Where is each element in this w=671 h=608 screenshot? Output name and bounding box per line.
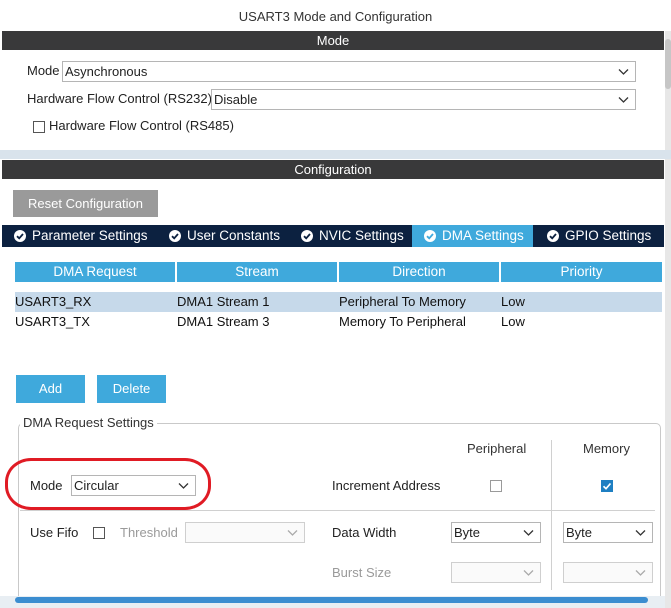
data-width-peripheral-select[interactable]: Byte [451,522,541,543]
column-separator [551,440,552,590]
column-header-direction[interactable]: Direction [339,262,499,282]
increment-memory-checkbox[interactable] [601,480,613,492]
use-fifo-label: Use Fifo [30,525,79,540]
tab-label: GPIO Settings [565,228,652,243]
cell-dma-request: USART3_TX [15,314,90,329]
column-header-priority[interactable]: Priority [501,262,662,282]
tab-nvic-settings[interactable]: NVIC Settings [289,225,410,247]
chevron-down-icon [287,527,298,538]
chevron-down-icon [635,527,646,538]
delete-button[interactable]: Delete [97,375,166,403]
section-divider [0,150,671,159]
mode-select-value: Asynchronous [65,64,148,79]
configuration-section-header: Configuration [2,160,664,179]
column-header-dma-request[interactable]: DMA Request [15,262,175,282]
mode-section-header: Mode [2,31,664,50]
check-circle-icon [169,230,181,242]
cell-dma-request: USART3_RX [15,294,92,309]
chevron-down-icon [618,66,629,77]
reset-configuration-button[interactable]: Reset Configuration [13,190,158,217]
cell-direction: Peripheral To Memory [339,294,466,309]
chevron-down-icon [618,94,629,105]
check-circle-icon [14,230,26,242]
data-width-memory-select[interactable]: Byte [563,522,653,543]
table-row[interactable]: USART3_TX DMA1 Stream 3 Memory To Periph… [15,312,662,332]
table-row[interactable]: USART3_RX DMA1 Stream 1 Peripheral To Me… [15,292,662,312]
horizontal-scrollbar-thumb[interactable] [15,597,648,603]
tab-gpio-settings[interactable]: GPIO Settings [535,225,664,247]
hfc-rs232-label: Hardware Flow Control (RS232) [27,91,212,106]
tab-parameter-settings[interactable]: Parameter Settings [2,225,155,247]
highlight-annotation [5,458,211,510]
increment-address-label: Increment Address [332,478,441,493]
window-title: USART3 Mode and Configuration [0,0,671,31]
threshold-label: Threshold [120,525,178,540]
chevron-down-icon [635,567,646,578]
burst-size-memory-select[interactable] [563,562,653,583]
hfc-rs232-select-value: Disable [214,92,258,107]
vertical-scrollbar[interactable] [665,31,671,608]
data-width-peripheral-value: Byte [454,525,481,540]
peripheral-column-header: Peripheral [467,441,527,456]
cell-priority: Low [501,294,525,309]
data-width-memory-value: Byte [566,525,593,540]
vertical-scrollbar-thumb[interactable] [665,39,671,89]
column-header-stream[interactable]: Stream [177,262,337,282]
increment-peripheral-checkbox[interactable] [490,480,502,492]
cell-stream: DMA1 Stream 1 [177,294,270,309]
tab-label: Parameter Settings [32,228,148,243]
memory-column-header: Memory [583,441,630,456]
row-separator [20,510,655,511]
mode-label: Mode [27,63,60,78]
tab-user-constants[interactable]: User Constants [157,225,287,247]
mode-select[interactable]: Asynchronous [62,61,636,82]
chevron-down-icon [523,527,534,538]
burst-size-peripheral-select[interactable] [451,562,541,583]
tab-label: NVIC Settings [319,228,404,243]
chevron-down-icon [523,567,534,578]
add-button[interactable]: Add [16,375,85,403]
cell-stream: DMA1 Stream 3 [177,314,270,329]
tab-label: User Constants [187,228,281,243]
threshold-select[interactable] [185,522,305,543]
check-circle-icon [547,230,559,242]
horizontal-scrollbar[interactable] [0,596,665,608]
check-circle-icon [424,230,436,242]
config-tab-bar: Parameter Settings User Constants NVIC S… [2,225,664,247]
use-fifo-checkbox[interactable] [93,527,105,539]
burst-size-label: Burst Size [332,565,392,580]
hfc-rs232-select[interactable]: Disable [211,89,636,110]
dma-request-settings-legend: DMA Request Settings [20,415,157,430]
check-circle-icon [301,230,313,242]
hfc-rs485-checkbox[interactable] [33,121,45,133]
tab-label: DMA Settings [442,228,524,243]
cell-priority: Low [501,314,525,329]
data-width-label: Data Width [332,525,397,540]
hfc-rs485-label: Hardware Flow Control (RS485) [49,118,234,133]
tab-dma-settings[interactable]: DMA Settings [412,225,533,247]
cell-direction: Memory To Peripheral [339,314,466,329]
